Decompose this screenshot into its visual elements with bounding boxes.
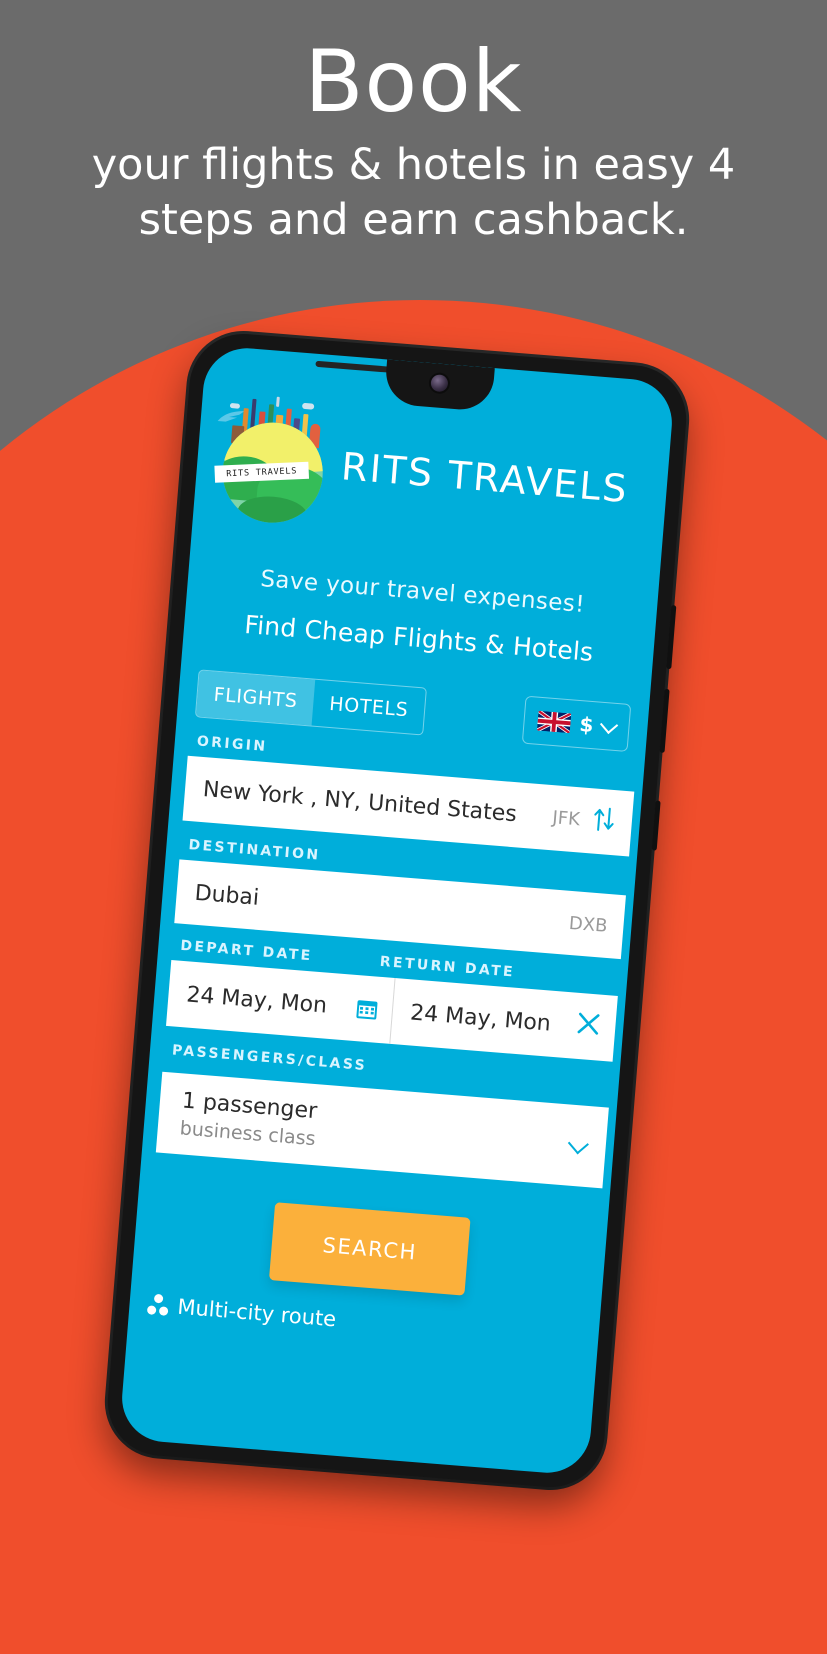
origin-value: New York , NY, United States [202,777,518,828]
brand-name: RITS TRAVELS [339,444,631,512]
app-content: RITS TRAVELS RITS TRAVELS Save your trav… [119,345,675,1476]
destination-airport-code: DXB [568,912,609,937]
calendar-icon[interactable] [355,997,379,1021]
page-subtitle: your flights & hotels in easy 4 steps an… [91,140,736,246]
phone-screen: RITS TRAVELS RITS TRAVELS Save your trav… [118,344,676,1477]
return-date-value: 24 May, Mon [409,999,552,1037]
destination-value: Dubai [193,880,261,911]
tab-flights[interactable]: FLIGHTS [195,670,316,726]
chevron-down-icon [599,715,619,734]
uk-flag-icon [536,710,572,734]
close-icon[interactable] [574,1010,602,1044]
origin-airport-code: JFK [551,807,581,831]
multi-city-label: Multi-city route [176,1294,338,1332]
depart-date-value: 24 May, Mon [185,981,328,1019]
poster-headline-block: Book your flights & hotels in easy 4 ste… [0,32,827,248]
brand-logo: RITS TRAVELS [207,394,341,528]
currency-selector[interactable]: $ [521,695,632,752]
phone-mockup: RITS TRAVELS RITS TRAVELS Save your trav… [103,329,691,1492]
chevron-down-icon[interactable] [567,1132,589,1154]
multi-city-route-link[interactable]: Multi-city route [146,1292,599,1352]
multi-city-icon [146,1293,171,1317]
search-button[interactable]: SEARCH [268,1202,471,1296]
swap-vertical-icon[interactable] [591,805,617,838]
tab-hotels[interactable]: HOTELS [312,680,426,735]
currency-symbol: $ [578,712,595,738]
page-title: Book [304,32,523,132]
front-camera-icon [430,374,449,393]
return-date-label: RETURN DATE [379,953,516,981]
